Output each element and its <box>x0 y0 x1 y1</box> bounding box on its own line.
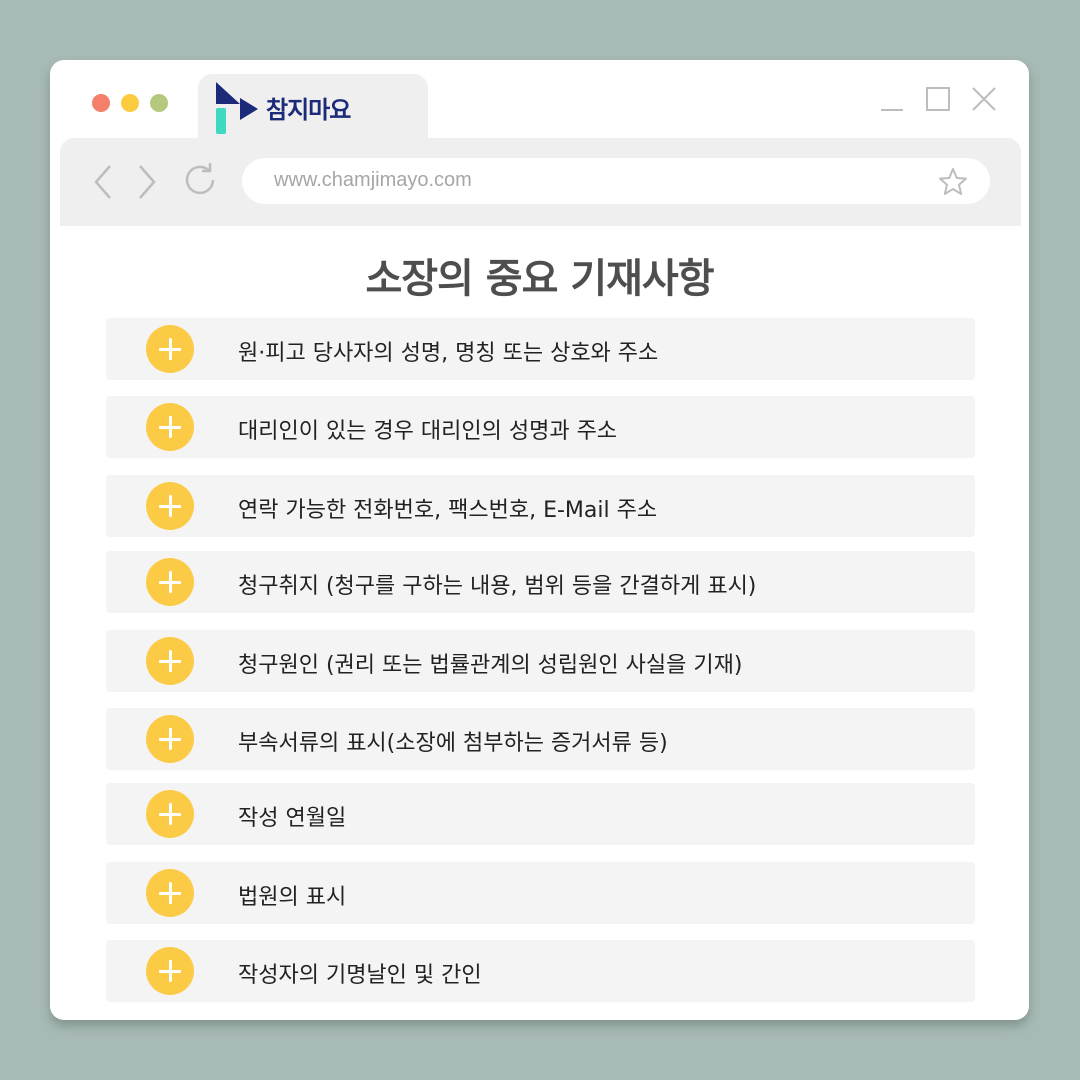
plus-icon[interactable] <box>146 482 194 530</box>
browser-window: 참지마요 www.chamjimayo.com 소장의 중요 기재사항 원·피고… <box>50 60 1029 1020</box>
window-traffic-lights <box>92 94 168 112</box>
browser-toolbar: www.chamjimayo.com <box>60 138 1021 226</box>
list-item-label: 대리인이 있는 경우 대리인의 성명과 주소 <box>238 419 618 444</box>
window-controls <box>879 86 997 112</box>
plus-icon[interactable] <box>146 637 194 685</box>
list-item[interactable]: 작성자의 기명날인 및 간인 <box>106 940 975 1002</box>
plus-icon[interactable] <box>146 947 194 995</box>
browser-tab[interactable]: 참지마요 <box>198 74 428 140</box>
list-item[interactable]: 법원의 표시 <box>106 862 975 924</box>
list-item-label: 작성 연월일 <box>238 806 347 831</box>
url-text: www.chamjimayo.com <box>274 169 472 191</box>
refresh-icon[interactable] <box>180 160 220 200</box>
plus-icon[interactable] <box>146 869 194 917</box>
list-item-label: 작성자의 기명날인 및 간인 <box>238 963 482 988</box>
address-bar[interactable]: www.chamjimayo.com <box>242 158 990 204</box>
forward-icon[interactable] <box>134 162 158 202</box>
list-item[interactable]: 청구취지 (청구를 구하는 내용, 범위 등을 간결하게 표시) <box>106 551 975 613</box>
list-item-label: 법원의 표시 <box>238 885 347 910</box>
minimize-icon[interactable] <box>879 86 905 112</box>
list-item-label: 청구취지 (청구를 구하는 내용, 범위 등을 간결하게 표시) <box>238 574 757 599</box>
list-item[interactable]: 부속서류의 표시(소장에 첨부하는 증거서류 등) <box>106 708 975 770</box>
tab-title: 참지마요 <box>266 96 351 124</box>
page-title: 소장의 중요 기재사항 <box>365 256 714 302</box>
plus-icon[interactable] <box>146 558 194 606</box>
list-item[interactable]: 원·피고 당사자의 성명, 명칭 또는 상호와 주소 <box>106 318 975 380</box>
maximize-icon[interactable] <box>925 86 951 112</box>
minimize-dot-icon[interactable] <box>121 94 139 112</box>
list-item-label: 원·피고 당사자의 성명, 명칭 또는 상호와 주소 <box>238 341 659 366</box>
close-dot-icon[interactable] <box>92 94 110 112</box>
list-item[interactable]: 대리인이 있는 경우 대리인의 성명과 주소 <box>106 396 975 458</box>
list-item[interactable]: 연락 가능한 전화번호, 팩스번호, E-Mail 주소 <box>106 475 975 537</box>
star-icon[interactable] <box>938 167 968 197</box>
list-item[interactable]: 작성 연월일 <box>106 783 975 845</box>
plus-icon[interactable] <box>146 790 194 838</box>
back-icon[interactable] <box>92 162 116 202</box>
maximize-dot-icon[interactable] <box>150 94 168 112</box>
list-item-label: 청구원인 (권리 또는 법률관계의 성립원인 사실을 기재) <box>238 653 743 678</box>
close-icon[interactable] <box>971 86 997 112</box>
list-item[interactable]: 청구원인 (권리 또는 법률관계의 성립원인 사실을 기재) <box>106 630 975 692</box>
plus-icon[interactable] <box>146 403 194 451</box>
logo-icon <box>216 82 258 134</box>
list-item-label: 연락 가능한 전화번호, 팩스번호, E-Mail 주소 <box>238 498 658 523</box>
plus-icon[interactable] <box>146 325 194 373</box>
list-item-label: 부속서류의 표시(소장에 첨부하는 증거서류 등) <box>238 731 668 756</box>
plus-icon[interactable] <box>146 715 194 763</box>
